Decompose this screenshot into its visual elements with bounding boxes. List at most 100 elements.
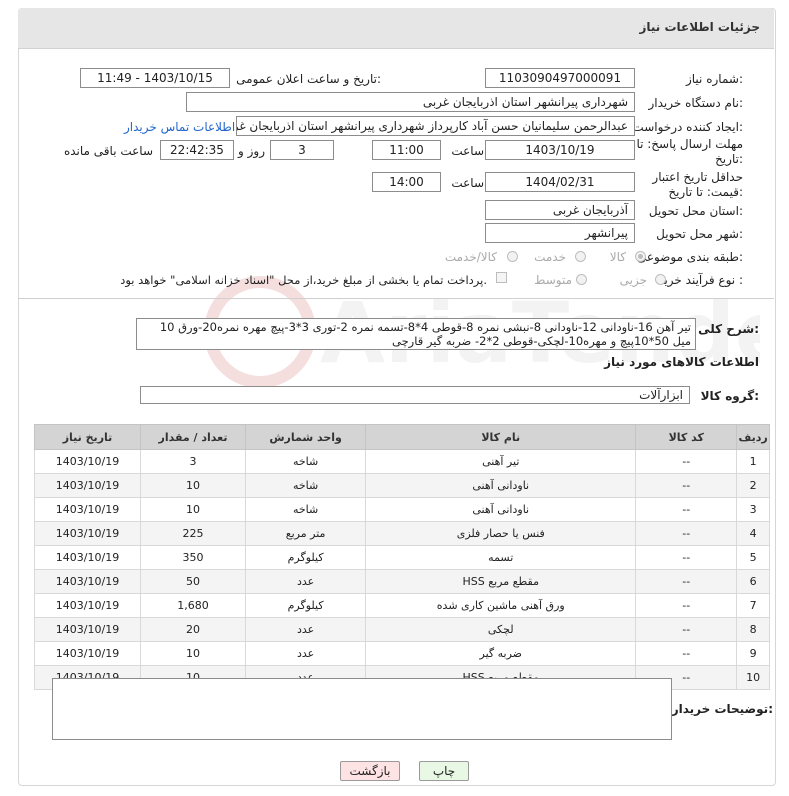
cell-need-date: 1403/10/19 xyxy=(33,569,142,594)
category-option-goods-service: کالا/خدمت xyxy=(444,250,497,264)
cell-row-number: 1 xyxy=(736,449,770,474)
items-table: ردیف کد کالا نام کالا واحد شمارش تعداد /… xyxy=(33,424,770,690)
cell-row-number: 2 xyxy=(736,473,770,498)
cell-quantity: 3 xyxy=(140,449,246,474)
cell-need-date: 1403/10/19 xyxy=(33,497,142,522)
cell-quantity: 1,680 xyxy=(140,593,246,618)
announce-datetime-label: تاریخ و ساعت اعلان عمومی: xyxy=(236,72,381,86)
table-row: 1 -- تیر آهنی شاخه 3 1403/10/19 xyxy=(33,449,770,474)
category-radio-goods[interactable] xyxy=(635,251,646,262)
reply-time-label: ساعت xyxy=(451,144,484,158)
cell-item-name: ناودانی آهنی xyxy=(365,497,637,522)
cell-item-name: مقطع مربع HSS xyxy=(365,569,637,594)
cell-item-name: ناودانی آهنی xyxy=(365,473,637,498)
cell-unit: عدد xyxy=(244,617,367,642)
cell-quantity: 225 xyxy=(140,521,246,546)
cell-row-number: 8 xyxy=(736,617,770,642)
general-desc-field: تیر آهن 16-ناودانی 12-ناودانی 8-نبشی نمر… xyxy=(136,318,696,350)
back-button[interactable]: بازگشت xyxy=(340,761,400,781)
print-button[interactable]: چاپ xyxy=(419,761,469,781)
category-radio-service[interactable] xyxy=(575,251,586,262)
category-option-service: خدمت xyxy=(534,250,566,264)
need-number-field: 1103090497000091 xyxy=(485,68,635,88)
section-divider xyxy=(18,298,774,299)
table-row: 8 -- لچکی عدد 20 1403/10/19 xyxy=(33,617,770,642)
cell-need-date: 1403/10/19 xyxy=(33,545,142,570)
buyer-notes-label: توضیحات خریدار: xyxy=(671,702,773,716)
delivery-province-label: استان محل تحویل: xyxy=(648,204,743,218)
buyer-notes-field xyxy=(52,678,672,740)
cell-quantity: 10 xyxy=(140,473,246,498)
cell-item-name: تیر آهنی xyxy=(365,449,637,474)
cell-item-name: تسمه xyxy=(365,545,637,570)
category-option-goods: کالا xyxy=(609,250,626,264)
delivery-city-label: شهر محل تحویل: xyxy=(656,227,743,241)
cell-item-code: -- xyxy=(635,641,738,666)
cell-item-code: -- xyxy=(635,545,738,570)
table-row: 7 -- ورق آهنی ماشین کاری شده کیلوگرم 1,680 14… xyxy=(33,593,770,618)
cell-item-code: -- xyxy=(635,593,738,618)
table-row: 3 -- ناودانی آهنی شاخه 10 1403/10/19 xyxy=(33,497,770,522)
purchase-option-medium: متوسط xyxy=(534,273,572,287)
cell-quantity: 50 xyxy=(140,569,246,594)
buyer-org-label: نام دستگاه خریدار: xyxy=(648,96,744,110)
delivery-city-field: پیرانشهر xyxy=(485,223,635,243)
category-radio-goods-service[interactable] xyxy=(507,251,518,262)
cell-item-code: -- xyxy=(635,449,738,474)
category-label: طبقه بندی موضوعی: xyxy=(636,250,743,264)
col-header-quantity: تعداد / مقدار xyxy=(140,424,246,450)
reply-deadline-label: مهلت ارسال پاسخ: تا تاریخ: xyxy=(636,137,743,166)
price-validity-date: 1404/02/31 xyxy=(485,172,635,192)
cell-unit: شاخه xyxy=(244,497,367,522)
cell-row-number: 5 xyxy=(736,545,770,570)
cell-row-number: 6 xyxy=(736,569,770,594)
col-header-item-code: کد کالا xyxy=(635,424,738,450)
purchase-radio-partial[interactable] xyxy=(655,274,666,285)
announce-datetime-field: 1403/10/15 - 11:49 xyxy=(80,68,230,88)
treasury-note: پرداخت تمام یا بخشی از مبلغ خرید،از محل … xyxy=(120,273,487,287)
cell-unit: کیلوگرم xyxy=(244,545,367,570)
cell-item-code: -- xyxy=(635,473,738,498)
cell-item-code: -- xyxy=(635,521,738,546)
cell-item-code: -- xyxy=(635,569,738,594)
col-header-row-number: ردیف xyxy=(736,424,770,450)
items-table-body: 1 -- تیر آهنی شاخه 3 1403/10/19 2 -- ناودانی آهن… xyxy=(33,449,770,690)
cell-item-code: -- xyxy=(635,617,738,642)
col-header-item-name: نام کالا xyxy=(365,424,637,450)
cell-quantity: 20 xyxy=(140,617,246,642)
table-row: 2 -- ناودانی آهنی شاخه 10 1403/10/19 xyxy=(33,473,770,498)
cell-item-code: -- xyxy=(635,497,738,522)
purchase-radio-medium[interactable] xyxy=(576,274,587,285)
cell-unit: شاخه xyxy=(244,473,367,498)
reply-days-label: روز و xyxy=(238,144,265,158)
price-time-label: ساعت xyxy=(451,176,484,190)
cell-unit: کیلوگرم xyxy=(244,593,367,618)
cell-row-number: 3 xyxy=(736,497,770,522)
remaining-time-label: ساعت باقی مانده xyxy=(63,144,153,158)
cell-item-name: ورق آهنی ماشین کاری شده xyxy=(365,593,637,618)
cell-unit: عدد xyxy=(244,569,367,594)
price-validity-label: حداقل تاریخ اعتبار قیمت: تا تاریخ: xyxy=(652,170,743,199)
table-header-row: ردیف کد کالا نام کالا واحد شمارش تعداد /… xyxy=(33,424,770,450)
reply-deadline-date: 1403/10/19 xyxy=(485,140,635,160)
panel-header: جزئیات اطلاعات نیاز xyxy=(18,8,774,49)
price-validity-time: 14:00 xyxy=(372,172,441,192)
reply-days-count: 3 xyxy=(270,140,334,160)
page-title: جزئیات اطلاعات نیاز xyxy=(639,20,760,34)
cell-need-date: 1403/10/19 xyxy=(33,449,142,474)
need-number-label: شماره نیاز: xyxy=(685,72,743,86)
goods-group-label: گروه کالا: xyxy=(700,389,759,403)
col-header-need-date: تاریخ نیاز xyxy=(33,424,142,450)
cell-unit: عدد xyxy=(244,641,367,666)
cell-item-name: لچکی xyxy=(365,617,637,642)
delivery-province-field: آذربایجان غربی xyxy=(485,200,635,220)
cell-need-date: 1403/10/19 xyxy=(33,641,142,666)
requester-label: ایجاد کننده درخواست: xyxy=(632,120,743,134)
col-header-unit: واحد شمارش xyxy=(244,424,367,450)
buyer-contact-link[interactable]: اطلاعات تماس خریدار xyxy=(124,120,235,134)
cell-row-number: 9 xyxy=(736,641,770,666)
table-row: 6 -- مقطع مربع HSS عدد 50 1403/10/19 xyxy=(33,569,770,594)
cell-unit: متر مربع xyxy=(244,521,367,546)
cell-row-number: 4 xyxy=(736,521,770,546)
treasury-checkbox[interactable] xyxy=(496,272,507,283)
